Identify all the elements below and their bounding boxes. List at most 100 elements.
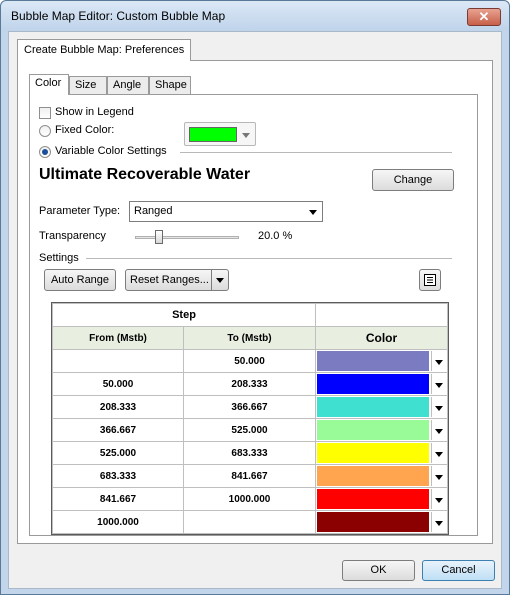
chevron-down-icon <box>309 210 317 215</box>
table-row[interactable]: 50.000 208.333 <box>52 372 448 396</box>
from-cell[interactable]: 50.000 <box>52 372 184 396</box>
transparency-value: 20.0 % <box>258 230 293 242</box>
from-cell[interactable]: 1000.000 <box>52 510 184 534</box>
color-swatch <box>317 420 429 440</box>
change-button[interactable]: Change <box>372 169 454 191</box>
color-swatch <box>317 489 429 509</box>
color-swatch <box>317 512 429 532</box>
from-cell[interactable]: 683.333 <box>52 464 184 488</box>
from-column-header: From (Mstb) <box>52 326 184 350</box>
color-ranges-grid: Step From (Mstb) To (Mstb) Color 50.000 … <box>51 302 449 535</box>
color-dropdown[interactable] <box>431 512 446 532</box>
color-swatch <box>317 374 429 394</box>
to-cell[interactable]: 366.667 <box>183 395 316 419</box>
color-cell[interactable] <box>315 487 448 511</box>
tab-color[interactable]: Color <box>29 74 69 95</box>
color-dropdown[interactable] <box>431 397 446 417</box>
to-cell[interactable]: 1000.000 <box>183 487 316 511</box>
chevron-down-icon <box>435 360 443 365</box>
dialog-client: Create Bubble Map: Preferences Color Siz… <box>8 31 502 589</box>
tab-angle[interactable]: Angle <box>107 76 149 94</box>
parameter-type-select[interactable]: Ranged <box>129 201 323 222</box>
transparency-label: Transparency <box>39 230 106 242</box>
chevron-down-icon[interactable] <box>216 278 224 283</box>
divider <box>211 270 212 290</box>
ranges-table: Step From (Mstb) To (Mstb) Color 50.000 … <box>52 303 448 534</box>
tab-size[interactable]: Size <box>69 76 107 94</box>
to-cell[interactable]: 525.000 <box>183 418 316 442</box>
from-cell[interactable]: 525.000 <box>52 441 184 465</box>
transparency-slider-track[interactable] <box>135 236 239 239</box>
to-cell[interactable]: 683.333 <box>183 441 316 465</box>
fixed-color-swatch <box>189 127 237 142</box>
table-row[interactable]: 208.333 366.667 <box>52 395 448 419</box>
color-dropdown[interactable] <box>431 466 446 486</box>
color-swatch <box>317 466 429 486</box>
color-cell[interactable] <box>315 418 448 442</box>
table-row[interactable]: 50.000 <box>52 349 448 373</box>
to-cell[interactable] <box>183 510 316 534</box>
color-dropdown[interactable] <box>431 351 446 371</box>
parameter-name: Ultimate Recoverable Water <box>39 166 251 183</box>
variable-color-label: Variable Color Settings <box>55 145 167 157</box>
parameter-type-label: Parameter Type: <box>39 205 121 217</box>
color-swatch <box>317 351 429 371</box>
tab-preferences[interactable]: Create Bubble Map: Preferences <box>17 39 192 61</box>
color-dropdown[interactable] <box>431 489 446 509</box>
fixed-color-label: Fixed Color: <box>55 124 115 136</box>
reset-ranges-label: Reset Ranges... <box>130 274 209 286</box>
step-header: Step <box>52 303 316 327</box>
color-cell[interactable] <box>315 441 448 465</box>
chevron-down-icon <box>435 498 443 503</box>
chevron-down-icon <box>435 521 443 526</box>
color-cell[interactable] <box>315 464 448 488</box>
tab-shape[interactable]: Shape <box>149 76 191 94</box>
color-cell[interactable] <box>315 372 448 396</box>
fixed-color-radio[interactable] <box>39 125 51 137</box>
color-dropdown[interactable] <box>431 420 446 440</box>
divider <box>86 258 452 259</box>
from-cell[interactable]: 208.333 <box>52 395 184 419</box>
fixed-color-picker[interactable] <box>184 122 256 146</box>
to-cell[interactable]: 841.667 <box>183 464 316 488</box>
title-bar[interactable]: Bubble Map Editor: Custom Bubble Map ✕ <box>1 1 509 31</box>
to-column-header: To (Mstb) <box>183 326 316 350</box>
table-row[interactable]: 841.667 1000.000 <box>52 487 448 511</box>
chevron-down-icon <box>435 475 443 480</box>
table-row[interactable]: 683.333 841.667 <box>52 464 448 488</box>
to-cell[interactable]: 208.333 <box>183 372 316 396</box>
window-title: Bubble Map Editor: Custom Bubble Map <box>11 9 226 23</box>
color-dropdown[interactable] <box>431 374 446 394</box>
chevron-down-icon <box>435 406 443 411</box>
auto-range-button[interactable]: Auto Range <box>44 269 116 291</box>
chevron-down-icon <box>435 383 443 388</box>
chevron-down-icon <box>242 133 250 138</box>
from-cell[interactable] <box>52 349 184 373</box>
table-row[interactable]: 525.000 683.333 <box>52 441 448 465</box>
divider <box>180 152 452 153</box>
ok-button[interactable]: OK <box>342 560 415 581</box>
variable-color-radio[interactable] <box>39 146 51 158</box>
color-cell[interactable] <box>315 349 448 373</box>
show-in-legend-checkbox[interactable] <box>39 107 51 119</box>
color-column-header: Color <box>315 326 448 350</box>
from-cell[interactable]: 366.667 <box>52 418 184 442</box>
table-row[interactable]: 366.667 525.000 <box>52 418 448 442</box>
cancel-button[interactable]: Cancel <box>422 560 495 581</box>
show-in-legend-label: Show in Legend <box>55 106 134 118</box>
reset-ranges-button[interactable]: Reset Ranges... <box>125 269 229 291</box>
list-menu-icon <box>424 274 436 286</box>
table-row[interactable]: 1000.000 <box>52 510 448 534</box>
close-button[interactable]: ✕ <box>467 8 501 26</box>
color-dropdown[interactable] <box>431 443 446 463</box>
transparency-slider-thumb[interactable] <box>155 230 163 244</box>
to-cell[interactable]: 50.000 <box>183 349 316 373</box>
color-swatch <box>317 443 429 463</box>
from-cell[interactable]: 841.667 <box>52 487 184 511</box>
list-menu-icon[interactable] <box>419 269 441 291</box>
blank-header <box>315 303 448 327</box>
color-cell[interactable] <box>315 510 448 534</box>
color-cell[interactable] <box>315 395 448 419</box>
chevron-down-icon <box>435 429 443 434</box>
settings-label: Settings <box>39 252 79 264</box>
